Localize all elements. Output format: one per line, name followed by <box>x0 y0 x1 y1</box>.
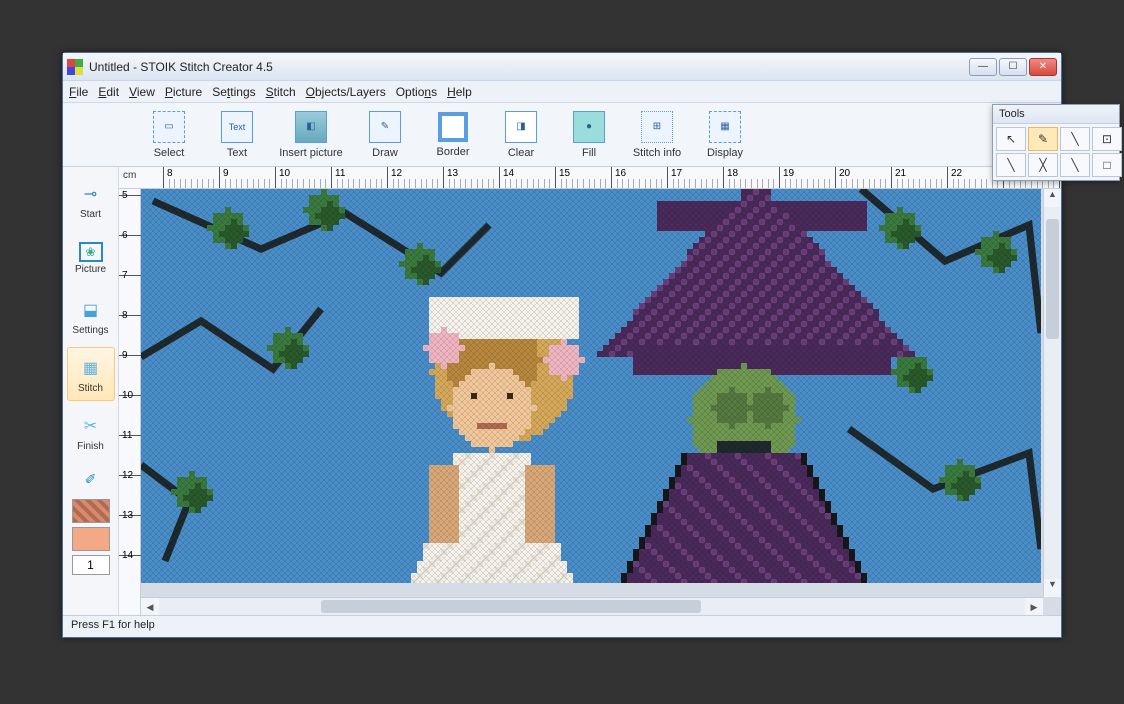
menu-settings[interactable]: Settings <box>212 85 255 99</box>
toolbar: ▭ Select Text Text ◧ Insert picture ✎ Dr… <box>63 103 1061 167</box>
window-controls: — ☐ ✕ <box>969 58 1057 76</box>
tool-option-1[interactable]: ✎ <box>1028 127 1058 151</box>
canvas-viewport: ▲ ▼ ◀ ▶ <box>141 189 1061 615</box>
select-button[interactable]: ▭ Select <box>137 107 201 163</box>
insert-picture-button[interactable]: ◧ Insert picture <box>273 107 349 163</box>
maximize-button[interactable]: ☐ <box>999 58 1027 76</box>
settings-icon: ⬓ <box>77 297 105 323</box>
tools-panel[interactable]: Tools ↖✎╲⊡╲╳╲□ <box>992 104 1120 181</box>
titlebar: Untitled - STOIK Stitch Creator 4.5 — ☐ … <box>63 53 1061 81</box>
fill-icon: ● <box>573 111 605 143</box>
clear-button[interactable]: ◨ Clear <box>489 107 553 163</box>
tool-option-5[interactable]: ╳ <box>1028 153 1058 177</box>
select-icon: ▭ <box>153 111 185 143</box>
menu-help[interactable]: Help <box>447 85 472 99</box>
horizontal-scrollbar[interactable]: ◀ ▶ <box>141 597 1043 615</box>
stitch-info-icon: ⊞ <box>641 111 673 143</box>
menubar: File Edit View Picture Settings Stitch O… <box>63 81 1061 103</box>
menu-options[interactable]: Options <box>396 85 437 99</box>
scissors-icon: ✂ <box>77 413 105 439</box>
display-button[interactable]: ▦ Display <box>693 107 757 163</box>
vertical-scrollbar[interactable]: ▲ ▼ <box>1043 189 1061 597</box>
text-icon: Text <box>221 111 253 143</box>
scroll-left-icon[interactable]: ◀ <box>141 598 159 615</box>
tool-option-0[interactable]: ↖ <box>996 127 1026 151</box>
border-button[interactable]: Border <box>421 107 485 163</box>
picture-icon: ❀ <box>79 242 103 262</box>
clear-icon: ◨ <box>505 111 537 143</box>
border-icon <box>438 112 468 142</box>
stitch-icon: ▦ <box>77 355 105 381</box>
menu-view[interactable]: View <box>129 85 155 99</box>
scroll-right-icon[interactable]: ▶ <box>1025 598 1043 615</box>
menu-edit[interactable]: Edit <box>98 85 119 99</box>
ruler-unit: cm <box>123 170 136 181</box>
tools-grid: ↖✎╲⊡╲╳╲□ <box>993 124 1119 180</box>
menu-file[interactable]: File <box>69 85 88 99</box>
window-title: Untitled - STOIK Stitch Creator 4.5 <box>89 60 969 74</box>
insert-picture-icon: ◧ <box>295 111 327 143</box>
text-button[interactable]: Text Text <box>205 107 269 163</box>
scroll-thumb-h[interactable] <box>321 600 701 613</box>
sidebar-picture[interactable]: ❀ Picture <box>67 231 115 285</box>
menu-picture[interactable]: Picture <box>165 85 202 99</box>
sidebar-start[interactable]: ⊸ Start <box>67 173 115 227</box>
sidebar-settings[interactable]: ⬓ Settings <box>67 289 115 343</box>
tool-option-2[interactable]: ╲ <box>1060 127 1090 151</box>
app-icon <box>67 59 83 75</box>
statusbar: Press F1 for help <box>63 615 1061 637</box>
sidebar: ⊸ Start ❀ Picture ⬓ Settings ▦ Stitch ✂ … <box>63 167 119 615</box>
scroll-down-icon[interactable]: ▼ <box>1044 579 1061 597</box>
body: ⊸ Start ❀ Picture ⬓ Settings ▦ Stitch ✂ … <box>63 167 1061 615</box>
sidebar-stitch[interactable]: ▦ Stitch <box>67 347 115 401</box>
ruler-horizontal: cm 89101112131415161718192021222324 <box>119 167 1061 189</box>
color-swatch-1[interactable] <box>72 499 110 523</box>
minimize-button[interactable]: — <box>969 58 997 76</box>
ruler-vertical: 567891011121314 <box>119 189 141 615</box>
scroll-thumb-v[interactable] <box>1046 219 1059 339</box>
draw-button[interactable]: ✎ Draw <box>353 107 417 163</box>
eyedropper-icon: ✐ <box>85 471 97 488</box>
tool-option-7[interactable]: □ <box>1092 153 1122 177</box>
app-window: Untitled - STOIK Stitch Creator 4.5 — ☐ … <box>62 52 1062 638</box>
menu-objects[interactable]: Objects/Layers <box>306 85 386 99</box>
display-icon: ▦ <box>709 111 741 143</box>
thread-number[interactable]: 1 <box>72 555 110 575</box>
stitch-info-button[interactable]: ⊞ Stitch info <box>625 107 689 163</box>
tool-option-4[interactable]: ╲ <box>996 153 1026 177</box>
scroll-up-icon[interactable]: ▲ <box>1044 189 1061 207</box>
tools-panel-title: Tools <box>993 105 1119 124</box>
close-button[interactable]: ✕ <box>1029 58 1057 76</box>
menu-stitch[interactable]: Stitch <box>266 85 296 99</box>
draw-icon: ✎ <box>369 111 401 143</box>
tool-option-6[interactable]: ╲ <box>1060 153 1090 177</box>
fill-button[interactable]: ● Fill <box>557 107 621 163</box>
status-text: Press F1 for help <box>71 619 155 631</box>
canvas-area: cm 89101112131415161718192021222324 5678… <box>119 167 1061 615</box>
stitch-canvas[interactable] <box>141 189 1041 583</box>
eyedropper-button[interactable]: ✐ <box>69 463 113 495</box>
tool-option-3[interactable]: ⊡ <box>1092 127 1122 151</box>
sidebar-finish[interactable]: ✂ Finish <box>67 405 115 459</box>
key-icon: ⊸ <box>77 181 105 207</box>
color-swatch-2[interactable] <box>72 527 110 551</box>
